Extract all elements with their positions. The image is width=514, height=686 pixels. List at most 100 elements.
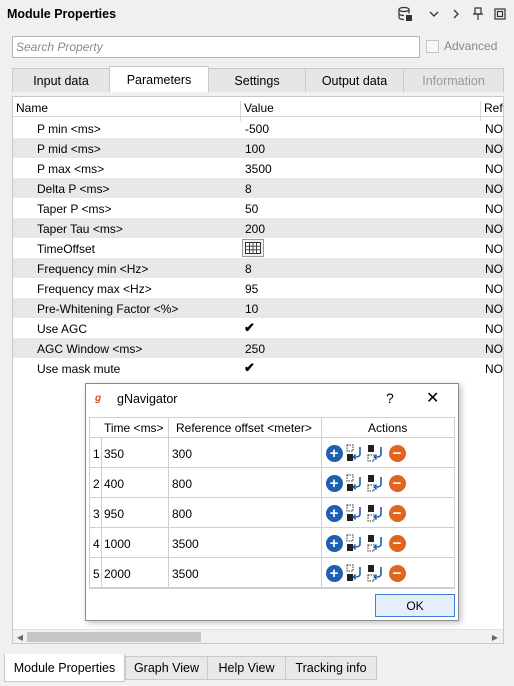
- property-name: Taper Tau <ms>: [37, 222, 123, 236]
- grid-row[interactable]: Use mask mute ✔ NO: [13, 358, 503, 378]
- tab-output-data[interactable]: Output data: [305, 68, 404, 92]
- add-icon[interactable]: +: [324, 533, 344, 553]
- grid-row[interactable]: Taper P <ms> 50 NO: [13, 198, 503, 218]
- property-value[interactable]: 250: [245, 342, 265, 356]
- tab-settings[interactable]: Settings: [208, 68, 306, 92]
- ok-button[interactable]: OK: [375, 594, 455, 617]
- tab-graph-view[interactable]: Graph View: [125, 656, 208, 680]
- column-name[interactable]: Name: [16, 101, 48, 115]
- time-cell[interactable]: 950: [104, 507, 124, 521]
- checkmark-icon[interactable]: ✔: [244, 321, 257, 334]
- property-value[interactable]: 10: [245, 302, 258, 316]
- insert-above-icon[interactable]: [345, 563, 365, 583]
- property-value[interactable]: 8: [245, 182, 252, 196]
- insert-below-icon[interactable]: [366, 563, 386, 583]
- column-actions[interactable]: Actions: [368, 421, 407, 435]
- property-reference: NO: [485, 242, 503, 256]
- table-row[interactable]: 4 1000 3500 + −: [90, 528, 454, 558]
- table-icon[interactable]: [242, 239, 264, 257]
- grid-row[interactable]: Delta P <ms> 8 NO: [13, 178, 503, 198]
- pin-icon[interactable]: [470, 5, 486, 23]
- property-name: Frequency max <Hz>: [37, 282, 152, 296]
- horizontal-scrollbar[interactable]: ◀ ▶: [13, 629, 503, 643]
- scroll-right-icon[interactable]: ▶: [489, 631, 501, 643]
- table-row[interactable]: 5 2000 3500 + −: [90, 558, 454, 588]
- tab-input-data[interactable]: Input data: [12, 68, 110, 92]
- grid-row[interactable]: TimeOffset NO: [13, 238, 503, 258]
- remove-icon[interactable]: −: [387, 533, 407, 553]
- remove-icon[interactable]: −: [387, 563, 407, 583]
- grid-row[interactable]: P mid <ms> 100 NO: [13, 138, 503, 158]
- tab-tracking-info[interactable]: Tracking info: [285, 656, 377, 680]
- time-cell[interactable]: 1000: [104, 537, 131, 551]
- property-name: Taper P <ms>: [37, 202, 112, 216]
- property-value[interactable]: 8: [245, 262, 252, 276]
- table-row[interactable]: 3 950 800 + −: [90, 498, 454, 528]
- insert-below-icon[interactable]: [366, 443, 386, 463]
- insert-above-icon[interactable]: [345, 443, 365, 463]
- property-reference: NO: [485, 202, 503, 216]
- time-cell[interactable]: 350: [104, 447, 124, 461]
- time-cell[interactable]: 400: [104, 477, 124, 491]
- property-value[interactable]: 95: [245, 282, 258, 296]
- property-value[interactable]: 200: [245, 222, 265, 236]
- insert-above-icon[interactable]: [345, 503, 365, 523]
- grid-row[interactable]: Frequency min <Hz> 8 NO: [13, 258, 503, 278]
- column-reference[interactable]: Refe: [484, 101, 503, 115]
- remove-icon[interactable]: −: [387, 443, 407, 463]
- add-icon[interactable]: +: [324, 473, 344, 493]
- property-name: P mid <ms>: [37, 142, 101, 156]
- grid-row[interactable]: P max <ms> 3500 NO: [13, 158, 503, 178]
- add-icon[interactable]: +: [324, 503, 344, 523]
- table-row[interactable]: 1 350 300 + −: [90, 438, 454, 468]
- column-value[interactable]: Value: [244, 101, 274, 115]
- restore-icon[interactable]: [492, 5, 508, 23]
- chevron-down-icon[interactable]: [426, 5, 442, 23]
- offset-cell[interactable]: 800: [172, 507, 192, 521]
- search-input[interactable]: [13, 37, 419, 57]
- grid-row[interactable]: P min <ms> -500 NO: [13, 118, 503, 138]
- property-value[interactable]: 3500: [245, 162, 272, 176]
- property-value[interactable]: 50: [245, 202, 258, 216]
- table-header: Time <ms> Reference offset <meter> Actio…: [90, 418, 454, 438]
- grid-row[interactable]: Taper Tau <ms> 200 NO: [13, 218, 503, 238]
- scroll-left-icon[interactable]: ◀: [14, 631, 26, 643]
- remove-icon[interactable]: −: [387, 503, 407, 523]
- dialog-titlebar[interactable]: g gNavigator ? ✕: [86, 384, 458, 414]
- offset-cell[interactable]: 800: [172, 477, 192, 491]
- property-value[interactable]: -500: [245, 122, 269, 136]
- offset-cell[interactable]: 3500: [172, 537, 199, 551]
- advanced-toggle[interactable]: Advanced: [426, 39, 497, 53]
- row-index: 1: [93, 447, 100, 461]
- tab-help-view[interactable]: Help View: [207, 656, 286, 680]
- add-icon[interactable]: +: [324, 443, 344, 463]
- remove-icon[interactable]: −: [387, 473, 407, 493]
- property-reference: NO: [485, 122, 503, 136]
- column-time[interactable]: Time <ms>: [104, 421, 164, 435]
- insert-above-icon[interactable]: [345, 473, 365, 493]
- tab-parameters[interactable]: Parameters: [109, 66, 209, 92]
- time-cell[interactable]: 2000: [104, 567, 131, 581]
- column-reference-offset[interactable]: Reference offset <meter>: [176, 421, 312, 435]
- insert-below-icon[interactable]: [366, 533, 386, 553]
- offset-cell[interactable]: 3500: [172, 567, 199, 581]
- advanced-checkbox[interactable]: [426, 39, 439, 53]
- checkmark-icon[interactable]: ✔: [244, 361, 257, 374]
- grid-row[interactable]: AGC Window <ms> 250 NO: [13, 338, 503, 358]
- scrollbar-thumb[interactable]: [27, 632, 201, 642]
- add-icon[interactable]: +: [324, 563, 344, 583]
- help-button[interactable]: ?: [386, 390, 394, 406]
- grid-row[interactable]: Pre-Whitening Factor <%> 10 NO: [13, 298, 503, 318]
- grid-row[interactable]: Frequency max <Hz> 95 NO: [13, 278, 503, 298]
- table-row[interactable]: 2 400 800 + −: [90, 468, 454, 498]
- close-button[interactable]: ✕: [426, 388, 439, 408]
- tab-module-properties[interactable]: Module Properties: [4, 654, 125, 682]
- chevron-right-icon[interactable]: [448, 5, 464, 23]
- insert-below-icon[interactable]: [366, 503, 386, 523]
- insert-above-icon[interactable]: [345, 533, 365, 553]
- database-icon[interactable]: [397, 5, 413, 23]
- property-value[interactable]: 100: [245, 142, 265, 156]
- offset-cell[interactable]: 300: [172, 447, 192, 461]
- grid-row[interactable]: Use AGC ✔ NO: [13, 318, 503, 338]
- insert-below-icon[interactable]: [366, 473, 386, 493]
